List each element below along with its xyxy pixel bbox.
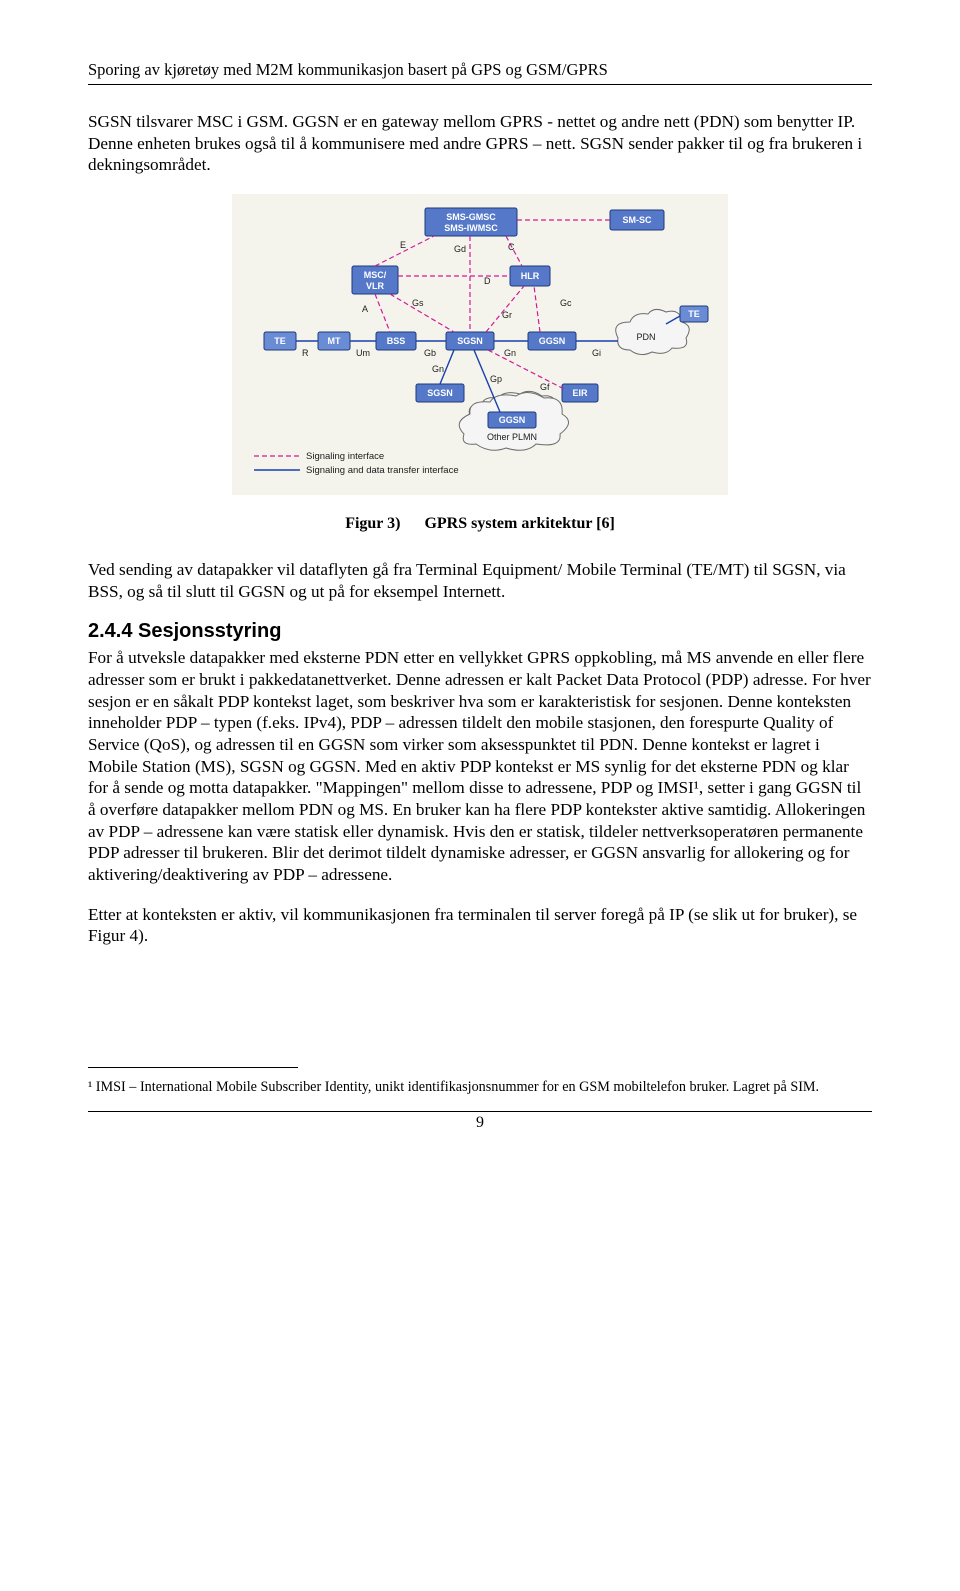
iface-e: E — [400, 240, 406, 250]
footnote-rule — [88, 1067, 298, 1068]
node-te-left: TE — [274, 336, 286, 346]
node-ggsn: GGSN — [539, 336, 566, 346]
figure-caption-label: Figur 3) — [345, 515, 400, 532]
node-bss: BSS — [387, 336, 406, 346]
footnote-1: ¹ IMSI – International Mobile Subscriber… — [88, 1078, 872, 1096]
legend-data: Signaling and data transfer interface — [306, 465, 459, 476]
header-rule — [88, 84, 872, 85]
running-header: Sporing av kjøretøy med M2M kommunikasjo… — [88, 60, 872, 80]
iface-gc: Gc — [560, 298, 572, 308]
iface-gb: Gb — [424, 348, 436, 358]
svg-text:GGSN: GGSN — [499, 415, 526, 425]
node-sm-sc: SM-SC — [623, 215, 653, 225]
iface-a: A — [362, 304, 368, 314]
node-sgsn2: SGSN — [427, 388, 453, 398]
section-heading: 2.4.4 Sesjonsstyring — [88, 620, 872, 643]
figure-gprs-architecture: Signaling interface Signaling and data t… — [88, 194, 872, 495]
page-number: 9 — [88, 1114, 872, 1132]
node-sms: SMS-GMSC — [446, 212, 496, 222]
figure-caption-text: GPRS system arkitektur [6] — [424, 515, 614, 532]
node-sgsn: SGSN — [457, 336, 483, 346]
page: Sporing av kjøretøy med M2M kommunikasjo… — [0, 0, 960, 1172]
paragraph-2: Ved sending av datapakker vil dataflyten… — [88, 559, 872, 602]
paragraph-1: SGSN tilsvarer MSC i GSM. GGSN er en gat… — [88, 111, 872, 176]
node-hlr: HLR — [521, 271, 540, 281]
svg-text:VLR: VLR — [366, 281, 385, 291]
figure-svg: Signaling interface Signaling and data t… — [232, 194, 728, 495]
node-te-right: TE — [688, 309, 700, 319]
iface-gp: Gp — [490, 374, 502, 384]
iface-d: D — [484, 276, 491, 286]
node-msc-vlr: MSC/ — [364, 270, 387, 280]
legend-sig: Signaling interface — [306, 451, 384, 462]
iface-gn2: Gn — [432, 364, 444, 374]
node-eir: EIR — [572, 388, 588, 398]
node-mt: MT — [328, 336, 341, 346]
iface-gd: Gd — [454, 244, 466, 254]
iface-gf: Gf — [540, 382, 550, 392]
figure-caption: Figur 3) GPRS system arkitektur [6] — [88, 515, 872, 533]
paragraph-4: Etter at konteksten er aktiv, vil kommun… — [88, 904, 872, 947]
iface-gr: Gr — [502, 310, 512, 320]
node-pdn: PDN — [636, 332, 655, 342]
iface-r: R — [302, 348, 309, 358]
iface-gn: Gn — [504, 348, 516, 358]
iface-c: C — [508, 242, 515, 252]
iface-um: Um — [356, 348, 370, 358]
paragraph-3: For å utveksle datapakker med eksterne P… — [88, 647, 872, 885]
svg-text:SMS-IWMSC: SMS-IWMSC — [444, 223, 498, 233]
page-footer-rule — [88, 1111, 872, 1112]
node-other-plmn: Other PLMN — [487, 432, 537, 442]
iface-gi: Gi — [592, 348, 601, 358]
iface-gs: Gs — [412, 298, 424, 308]
gprs-diagram-svg: Signaling interface Signaling and data t… — [240, 202, 720, 482]
